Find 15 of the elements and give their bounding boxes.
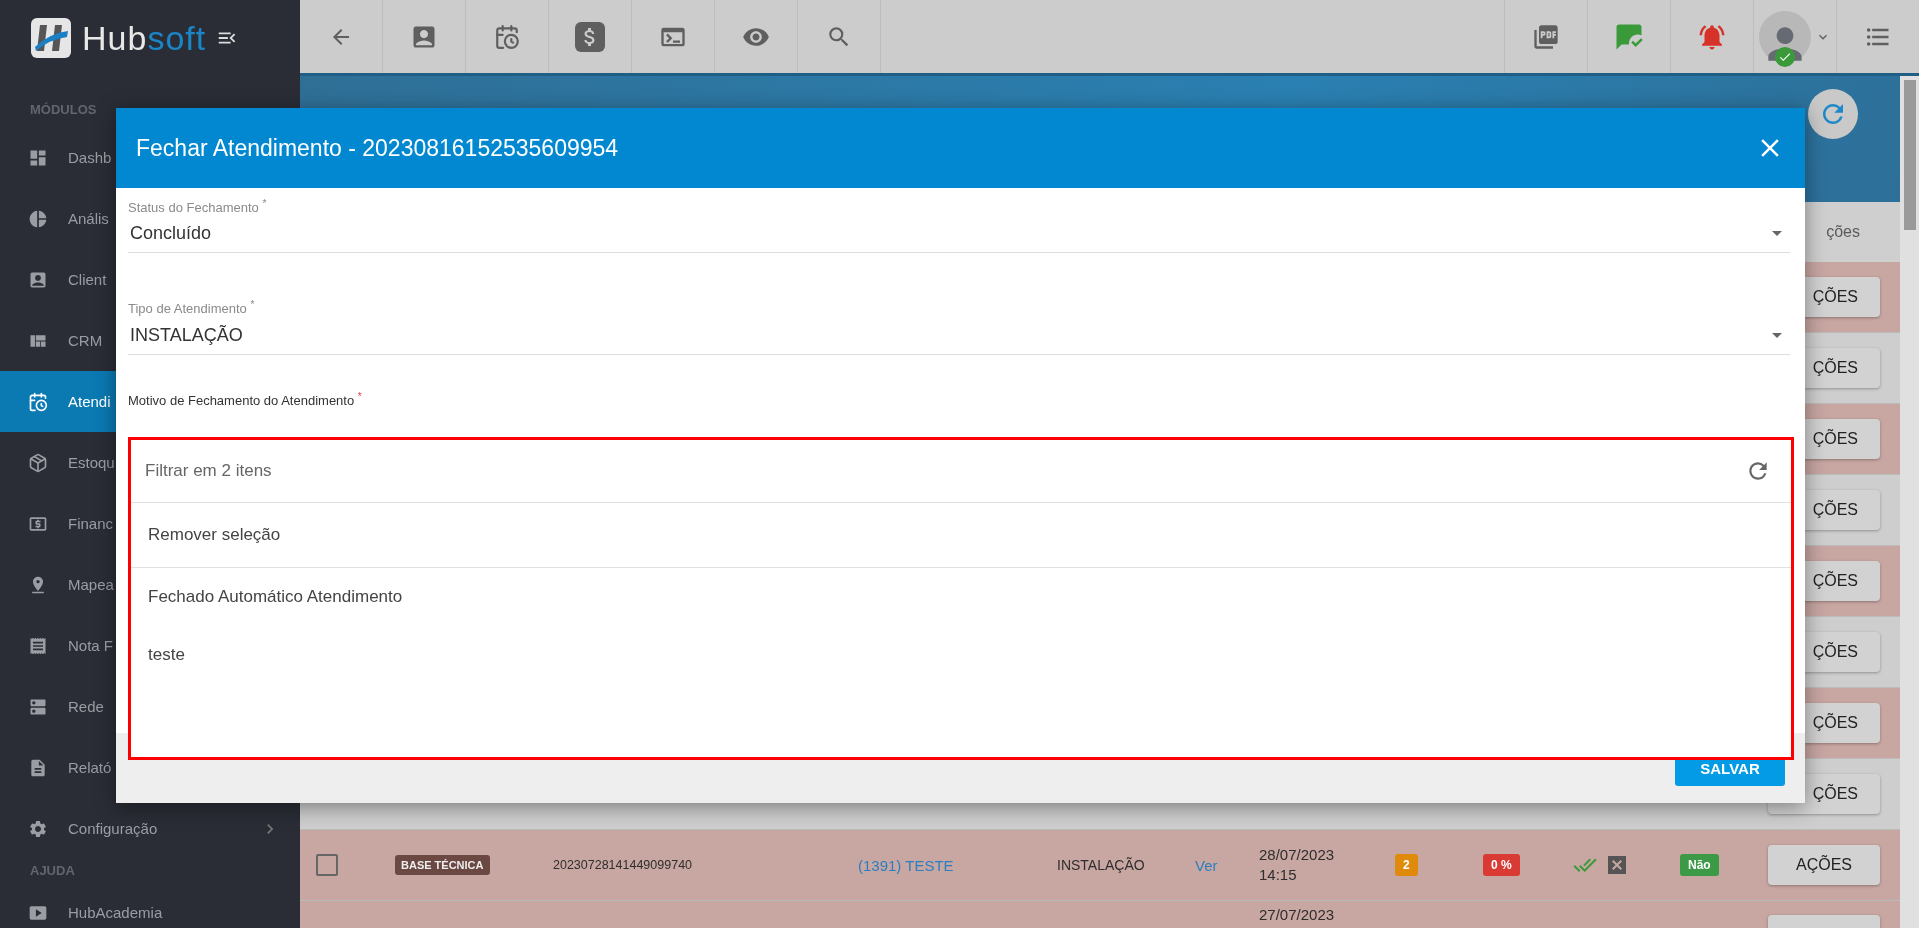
date-time: 28/07/2023 14:15 [1259,844,1335,885]
dialog-title: Fechar Atendimento - 20230816152535609954 [136,134,619,162]
section-title: AJUDA [29,862,76,880]
table-cell: INSTALAÇÃO [1057,857,1145,873]
table-cell: 20230728141449099740 [553,858,693,872]
column-header: ções [1826,223,1860,241]
date-time: 27/07/2023 [1259,905,1335,925]
section-title: MÓDULOS [29,101,98,119]
status-badge: Não [1680,854,1719,876]
count-badge: 2 [1395,854,1418,876]
field-label: Motivo de Fechamento do Atendimento $^{*}$ [128,390,363,408]
logo-text: soft [147,18,207,58]
logo-text: Hub [82,18,148,58]
tag: BASE TÉCNICA [395,855,490,875]
percent-badge: 0 % [1483,854,1520,876]
